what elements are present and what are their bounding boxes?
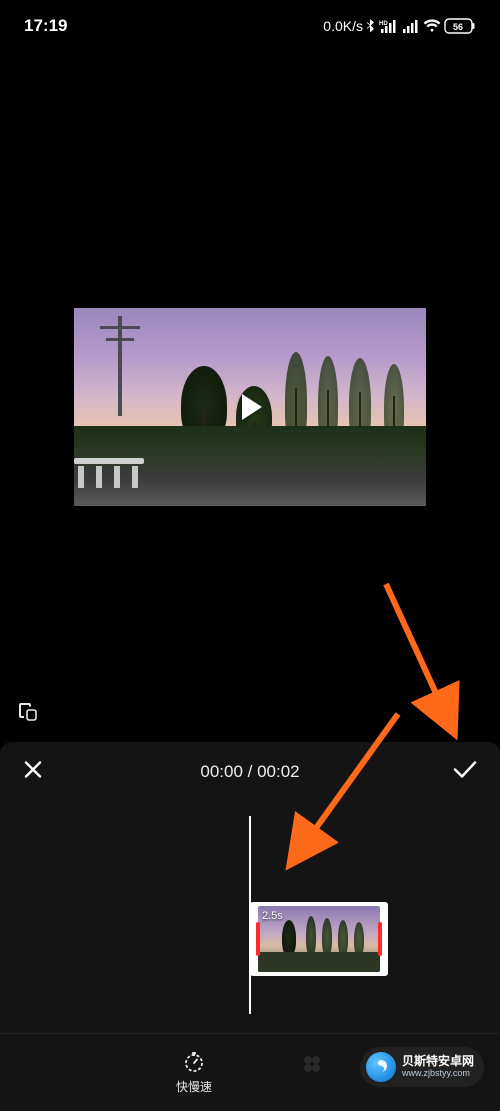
edit-header: 00:00 / 00:02	[0, 742, 500, 802]
close-button[interactable]	[22, 759, 44, 786]
watermark-title: 贝斯特安卓网	[402, 1055, 474, 1068]
wifi-icon	[423, 19, 441, 33]
timeline[interactable]: 2.5s	[0, 802, 500, 1028]
confirm-button[interactable]	[452, 759, 478, 786]
signal-hd-icon: HD	[379, 19, 399, 33]
stopwatch-icon	[182, 1050, 206, 1074]
status-bar: 17:19 0.0K/s HD 56	[0, 0, 500, 52]
annotation-arrow-2	[278, 706, 418, 876]
tool-disabled-icon	[300, 1052, 324, 1076]
clip-handle-left[interactable]	[256, 922, 260, 956]
video-clip[interactable]: 2.5s	[250, 902, 388, 976]
bluetooth-icon	[366, 18, 376, 34]
aspect-ratio-button[interactable]	[16, 700, 38, 727]
playhead[interactable]	[249, 816, 251, 1014]
current-time: 00:00	[200, 762, 243, 781]
status-time: 17:19	[24, 16, 67, 36]
watermark-url: www.zjbstyy.com	[402, 1069, 474, 1079]
clip-duration: 2.5s	[262, 910, 283, 922]
status-right: 0.0K/s HD 56	[323, 18, 476, 34]
signal-icon	[402, 19, 420, 33]
watermark-badge-icon	[366, 1052, 396, 1082]
video-frame	[74, 308, 426, 506]
status-net-speed: 0.0K/s	[323, 18, 363, 34]
watermark: 贝斯特安卓网 www.zjbstyy.com	[360, 1047, 484, 1087]
play-button[interactable]	[231, 388, 269, 426]
battery-level: 56	[453, 22, 463, 32]
speed-tool[interactable]: 快慢速	[176, 1050, 212, 1095]
tool-disabled: x	[300, 1052, 324, 1094]
speed-label: 快慢速	[176, 1078, 212, 1095]
battery-icon: 56	[444, 18, 476, 34]
clip-handle-right[interactable]	[378, 922, 382, 956]
